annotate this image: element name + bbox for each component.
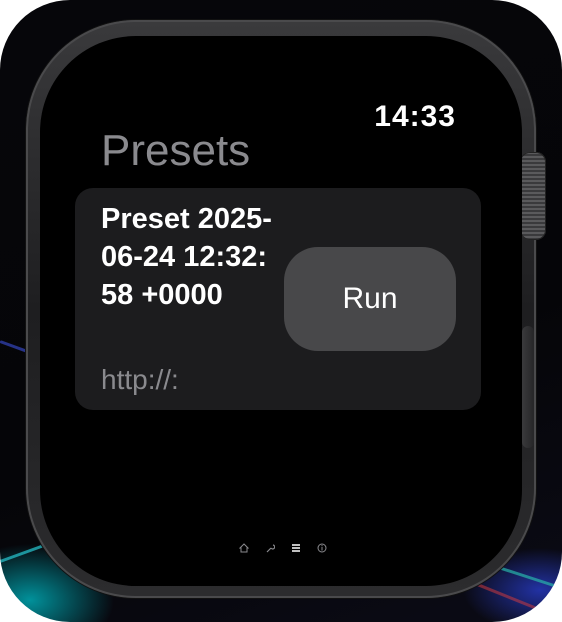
wrench-icon[interactable]: [264, 543, 276, 555]
status-time: 14:33: [374, 100, 456, 133]
run-button[interactable]: Run: [284, 247, 456, 351]
preset-card[interactable]: Preset 2025-06-24 12:32:58 +0000 http://…: [75, 188, 481, 410]
preset-name: Preset 2025-06-24 12:32:58 +0000: [101, 203, 272, 311]
side-button[interactable]: [522, 326, 534, 448]
page-title: Presets: [101, 126, 251, 175]
digital-crown[interactable]: [520, 152, 546, 240]
background: 14:33 Presets Preset 2025-06-24 12:32:58…: [0, 0, 562, 622]
preset-url: http://:: [101, 364, 179, 395]
page-indicator[interactable]: [238, 542, 328, 556]
home-icon[interactable]: [238, 543, 250, 555]
list-icon[interactable]: [290, 543, 302, 555]
watch-screen: 14:33 Presets Preset 2025-06-24 12:32:58…: [40, 36, 522, 586]
info-icon[interactable]: [316, 543, 328, 555]
